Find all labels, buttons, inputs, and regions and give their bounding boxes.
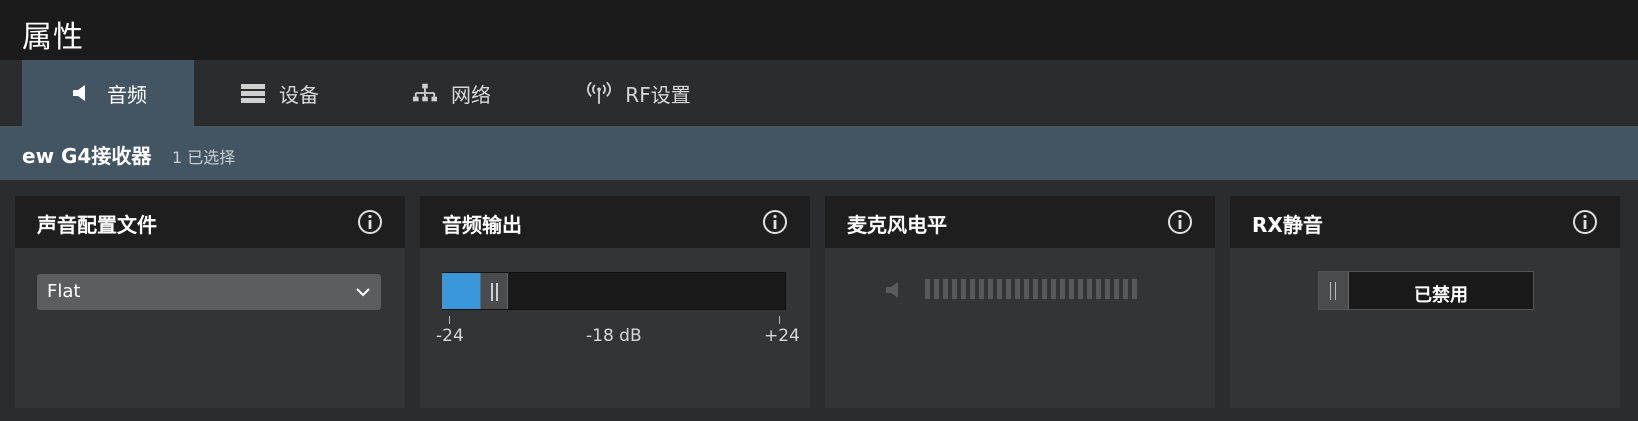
device-rack-icon xyxy=(241,82,265,104)
meter-segment xyxy=(1006,279,1011,299)
chevron-down-icon xyxy=(356,288,370,297)
toggle-handle[interactable] xyxy=(1319,272,1349,309)
meter-segment xyxy=(1024,279,1029,299)
speaker-icon xyxy=(886,282,898,298)
panel-title: 音频输出 xyxy=(442,213,522,237)
tab-device[interactable]: 设备 xyxy=(194,60,366,126)
mic-level-panel: 麦克风电平 xyxy=(825,196,1215,408)
meter-segment xyxy=(979,279,984,299)
panel-header: 音频输出 xyxy=(420,196,810,248)
meter-segment xyxy=(1105,279,1110,299)
info-icon[interactable] xyxy=(762,209,788,235)
panel-header: 声音配置文件 xyxy=(15,196,405,248)
scale-min-label: -24 xyxy=(436,326,464,346)
panel-header: RX静音 xyxy=(1230,196,1620,248)
meter-segment xyxy=(1087,279,1092,299)
sound-profile-value: Flat xyxy=(47,281,81,302)
meter-segment xyxy=(1123,279,1128,299)
meter-segment xyxy=(1060,279,1065,299)
rx-mute-panel: RX静音 已禁用 xyxy=(1230,196,1620,408)
meter-segment xyxy=(961,279,966,299)
tab-device-label: 设备 xyxy=(279,82,319,107)
meter-segment xyxy=(1078,279,1083,299)
panel-title: RX静音 xyxy=(1252,213,1323,237)
mic-level-meter xyxy=(925,279,1137,299)
tab-bar: 音频 设备 网络 RF设置 xyxy=(0,60,1638,126)
tab-network[interactable]: 网络 xyxy=(366,60,538,126)
window-title: 属性 xyxy=(22,20,84,55)
meter-segment xyxy=(1051,279,1056,299)
info-icon[interactable] xyxy=(1572,209,1598,235)
meter-segment xyxy=(1069,279,1074,299)
meter-segment xyxy=(1042,279,1047,299)
scale-tick-max xyxy=(779,316,780,324)
meter-segment xyxy=(988,279,993,299)
output-level-value: -18 dB xyxy=(586,326,642,346)
tab-audio-label: 音频 xyxy=(107,82,147,107)
audio-output-panel: 音频输出 -24 -18 dB +24 xyxy=(420,196,810,408)
tab-rf-settings-label: RF设置 xyxy=(625,82,691,107)
rx-mute-state: 已禁用 xyxy=(1414,285,1468,306)
antenna-icon xyxy=(587,81,612,105)
scale-max-label: +24 xyxy=(764,326,800,346)
meter-segment xyxy=(1132,279,1137,299)
meter-segment xyxy=(1033,279,1038,299)
tab-audio[interactable]: 音频 xyxy=(22,60,194,126)
network-icon xyxy=(413,82,437,104)
tab-rf-settings[interactable]: RF设置 xyxy=(538,60,740,126)
tab-network-label: 网络 xyxy=(451,82,491,107)
slider-handle[interactable] xyxy=(480,273,508,309)
sound-profile-panel: 声音配置文件 Flat xyxy=(15,196,405,408)
sound-profile-select[interactable]: Flat xyxy=(37,274,381,310)
info-icon[interactable] xyxy=(357,209,383,235)
title-bar: 属性 xyxy=(0,0,1638,60)
speaker-icon xyxy=(69,82,93,104)
panel-header: 麦克风电平 xyxy=(825,196,1215,248)
meter-segment xyxy=(952,279,957,299)
meter-segment xyxy=(970,279,975,299)
meter-segment xyxy=(1114,279,1119,299)
meter-segment xyxy=(997,279,1002,299)
meter-segment xyxy=(943,279,948,299)
panel-title: 声音配置文件 xyxy=(37,213,157,237)
meter-segment xyxy=(1096,279,1101,299)
device-name: ew G4接收器 xyxy=(22,144,152,168)
audio-output-slider[interactable] xyxy=(442,272,786,310)
device-header: ew G4接收器 1 已选择 xyxy=(0,126,1638,180)
slider-fill xyxy=(442,273,480,309)
info-icon[interactable] xyxy=(1167,209,1193,235)
selection-count: 1 已选择 xyxy=(172,148,236,167)
meter-segment xyxy=(1015,279,1020,299)
meter-segment xyxy=(934,279,939,299)
scale-tick-min xyxy=(449,316,450,324)
meter-segment xyxy=(925,279,930,299)
panel-title: 麦克风电平 xyxy=(847,213,947,237)
rx-mute-toggle[interactable]: 已禁用 xyxy=(1318,271,1534,310)
